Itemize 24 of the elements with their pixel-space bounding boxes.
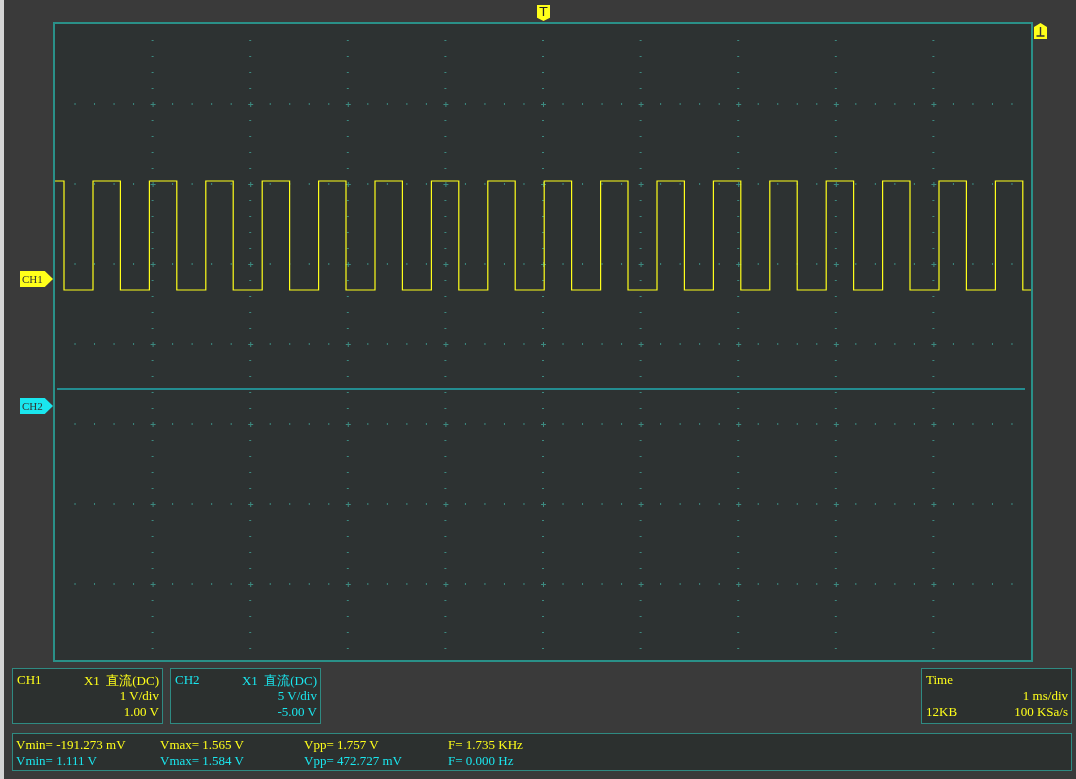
vmin-reading: Vmin= -191.273 mV bbox=[16, 737, 127, 753]
vmax-reading: Vmax= 1.584 V bbox=[160, 753, 245, 769]
frequency-reading: F= 1.735 KHz bbox=[448, 737, 524, 753]
vmin-reading: Vmin= 1.111 V bbox=[16, 753, 98, 769]
volts-per-division: 1 V/div bbox=[118, 688, 159, 704]
channel-name: CH1 bbox=[17, 672, 42, 688]
channel-offset: -5.00 V bbox=[276, 704, 317, 720]
sample-rate: 100 KSa/s bbox=[1013, 704, 1068, 720]
channel-marker[interactable]: CH2 bbox=[20, 398, 53, 414]
vpp-reading: Vpp= 472.727 mV bbox=[304, 753, 403, 769]
channel-name: CH2 bbox=[175, 672, 200, 688]
vpp-reading: Vpp= 1.757 V bbox=[304, 737, 380, 753]
trigger-position-marker[interactable]: T bbox=[537, 5, 550, 21]
time-per-division: 1 ms/div bbox=[1021, 688, 1068, 704]
memory-depth: 12KB bbox=[926, 704, 958, 720]
channel-offset: 1.00 V bbox=[122, 704, 159, 720]
volts-per-division: 5 V/div bbox=[276, 688, 317, 704]
probe-coupling: X1 直流(DC) bbox=[82, 672, 159, 688]
trigger-level-icon[interactable] bbox=[1034, 23, 1047, 39]
frequency-reading: F= 0.000 Hz bbox=[448, 753, 515, 769]
channel-marker[interactable]: CH1 bbox=[20, 271, 53, 287]
vmax-reading: Vmax= 1.565 V bbox=[160, 737, 245, 753]
timebase-title: Time bbox=[926, 672, 954, 688]
probe-coupling: X1 直流(DC) bbox=[240, 672, 317, 688]
